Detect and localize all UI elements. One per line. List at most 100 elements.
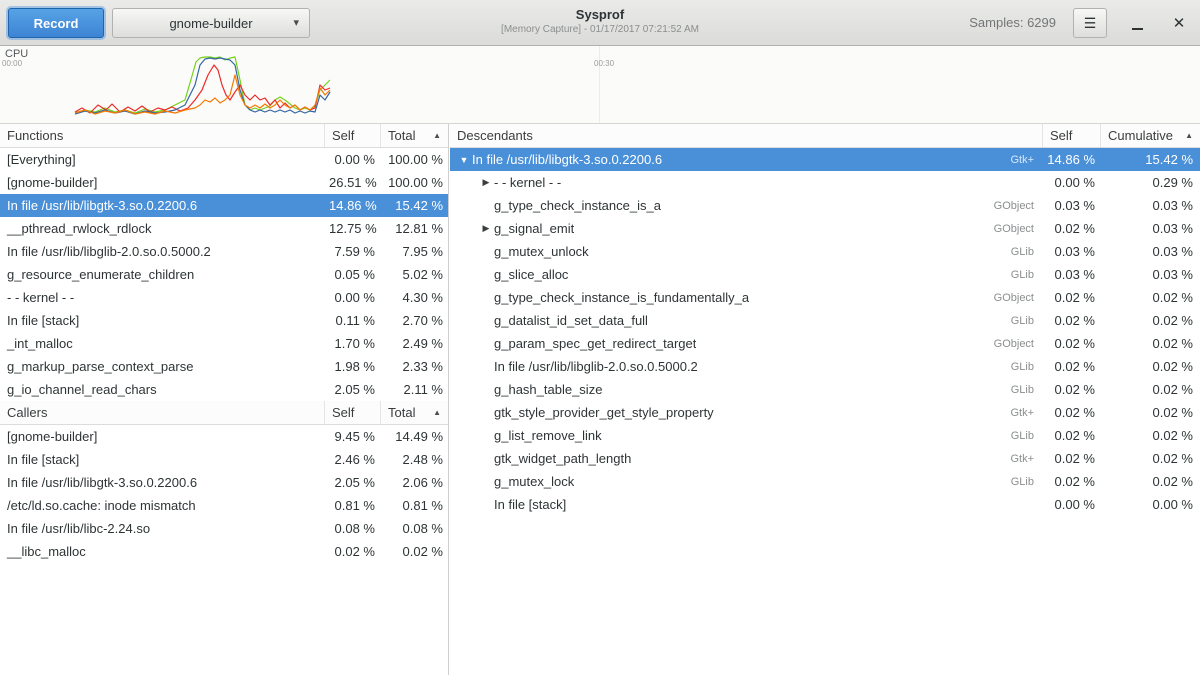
cumulative-column-header[interactable]: Cumulative ▲	[1100, 124, 1200, 147]
function-name: In file /usr/lib/libgtk-3.so.0.2200.6	[0, 475, 324, 490]
cumulative-value: 0.02 %	[1100, 451, 1200, 466]
process-selector-label: gnome-builder	[169, 16, 252, 31]
cpu-usage-chart[interactable]	[0, 46, 1200, 124]
library-tag: GLib	[1011, 361, 1042, 373]
table-row[interactable]: _int_malloc1.70 %2.49 %	[0, 332, 448, 355]
self-value: 14.86 %	[324, 198, 380, 213]
cumulative-value: 0.03 %	[1100, 267, 1200, 282]
tree-row[interactable]: g_mutex_lockGLib0.02 %0.02 %	[450, 470, 1200, 493]
cumulative-value: 0.02 %	[1100, 359, 1200, 374]
table-row[interactable]: In file /usr/lib/libc-2.24.so0.08 %0.08 …	[0, 517, 448, 540]
function-name: __libc_malloc	[0, 544, 324, 559]
table-row[interactable]: [gnome-builder]9.45 %14.49 %	[0, 425, 448, 448]
total-value: 4.30 %	[380, 290, 448, 305]
self-value: 0.00 %	[1042, 175, 1100, 190]
self-value: 2.46 %	[324, 452, 380, 467]
expander-closed-icon[interactable]: ▶	[478, 223, 494, 234]
callers-column-header[interactable]: Callers	[0, 401, 324, 424]
tree-row[interactable]: gtk_style_provider_get_style_propertyGtk…	[450, 401, 1200, 424]
table-row[interactable]: g_markup_parse_context_parse1.98 %2.33 %	[0, 355, 448, 378]
minimize-icon	[1132, 28, 1143, 30]
self-value: 26.51 %	[324, 175, 380, 190]
chart-series-cpu-core-orange	[75, 75, 330, 114]
tree-indent	[456, 228, 478, 229]
total-value: 2.33 %	[380, 359, 448, 374]
table-row[interactable]: /etc/ld.so.cache: inode mismatch0.81 %0.…	[0, 494, 448, 517]
table-row[interactable]: g_resource_enumerate_children0.05 %5.02 …	[0, 263, 448, 286]
self-column-header[interactable]: Self	[324, 124, 380, 147]
tree-row[interactable]: g_type_check_instance_is_fundamentally_a…	[450, 286, 1200, 309]
cpu-timeline[interactable]: CPU 00:00 00:30	[0, 46, 1200, 124]
table-row[interactable]: g_io_channel_read_chars2.05 %2.11 %	[0, 378, 448, 401]
table-row[interactable]: [Everything]0.00 %100.00 %	[0, 148, 448, 171]
self-value: 2.05 %	[324, 382, 380, 397]
tree-row[interactable]: g_type_check_instance_is_aGObject0.03 %0…	[450, 194, 1200, 217]
sort-indicator-icon: ▲	[1181, 131, 1193, 140]
tree-row[interactable]: In file [stack]0.00 %0.00 %	[450, 493, 1200, 516]
tree-indent	[456, 366, 478, 367]
table-row[interactable]: In file /usr/lib/libglib-2.0.so.0.5000.2…	[0, 240, 448, 263]
table-row[interactable]: __pthread_rwlock_rdlock12.75 %12.81 %	[0, 217, 448, 240]
tree-row[interactable]: g_list_remove_linkGLib0.02 %0.02 %	[450, 424, 1200, 447]
tree-row[interactable]: ▶- - kernel - -0.00 %0.29 %	[450, 171, 1200, 194]
tree-indent	[456, 205, 478, 206]
library-tag: GObject	[994, 338, 1042, 350]
function-name: gtk_style_provider_get_style_property	[494, 405, 714, 420]
tree-row[interactable]: g_slice_allocGLib0.03 %0.03 %	[450, 263, 1200, 286]
function-name: - - kernel - -	[494, 175, 561, 190]
minimize-button[interactable]	[1124, 8, 1150, 38]
table-row[interactable]: [gnome-builder]26.51 %100.00 %	[0, 171, 448, 194]
table-row[interactable]: __libc_malloc0.02 %0.02 %	[0, 540, 448, 563]
tree-row[interactable]: ▼In file /usr/lib/libgtk-3.so.0.2200.6Gt…	[450, 148, 1200, 171]
total-value: 2.48 %	[380, 452, 448, 467]
table-row[interactable]: In file [stack]0.11 %2.70 %	[0, 309, 448, 332]
library-tag: GLib	[1011, 384, 1042, 396]
library-tag: GObject	[994, 223, 1042, 235]
cumulative-value: 0.02 %	[1100, 313, 1200, 328]
self-column-header[interactable]: Self	[1042, 124, 1100, 147]
total-value: 12.81 %	[380, 221, 448, 236]
functions-column-header[interactable]: Functions	[0, 124, 324, 147]
tree-row[interactable]: g_mutex_unlockGLib0.03 %0.03 %	[450, 240, 1200, 263]
self-value: 0.02 %	[1042, 290, 1100, 305]
table-row[interactable]: In file /usr/lib/libgtk-3.so.0.2200.62.0…	[0, 471, 448, 494]
function-name: In file [stack]	[494, 497, 566, 512]
function-name: g_list_remove_link	[494, 428, 602, 443]
process-selector-dropdown[interactable]: gnome-builder ▾	[112, 8, 310, 38]
total-value: 14.49 %	[380, 429, 448, 444]
self-value: 0.00 %	[324, 152, 380, 167]
table-row[interactable]: In file [stack]2.46 %2.48 %	[0, 448, 448, 471]
total-column-header[interactable]: Total ▲	[380, 124, 448, 147]
library-tag: GObject	[994, 200, 1042, 212]
tree-row[interactable]: g_param_spec_get_redirect_targetGObject0…	[450, 332, 1200, 355]
tree-row[interactable]: ▶g_signal_emitGObject0.02 %0.03 %	[450, 217, 1200, 240]
sort-indicator-icon: ▲	[429, 131, 441, 140]
close-button[interactable]: ✕	[1166, 8, 1192, 38]
hamburger-icon: ☰	[1084, 15, 1097, 32]
tree-row[interactable]: g_hash_table_sizeGLib0.02 %0.02 %	[450, 378, 1200, 401]
menu-button[interactable]: ☰	[1073, 8, 1107, 38]
self-value: 0.02 %	[1042, 382, 1100, 397]
tree-row[interactable]: In file /usr/lib/libglib-2.0.so.0.5000.2…	[450, 355, 1200, 378]
self-value: 0.02 %	[1042, 359, 1100, 374]
self-value: 0.02 %	[1042, 405, 1100, 420]
self-column-header[interactable]: Self	[324, 401, 380, 424]
total-value: 5.02 %	[380, 267, 448, 282]
total-column-label: Total	[388, 128, 415, 143]
descendants-column-header[interactable]: Descendants	[450, 124, 1042, 147]
function-name: In file /usr/lib/libgtk-3.so.0.2200.6	[0, 198, 324, 213]
tree-row[interactable]: g_datalist_id_set_data_fullGLib0.02 %0.0…	[450, 309, 1200, 332]
self-value: 0.08 %	[324, 521, 380, 536]
total-column-header[interactable]: Total ▲	[380, 401, 448, 424]
functions-header-row: Functions Self Total ▲	[0, 124, 448, 148]
cumulative-value: 0.03 %	[1100, 221, 1200, 236]
record-button[interactable]: Record	[8, 8, 104, 38]
table-row[interactable]: In file /usr/lib/libgtk-3.so.0.2200.614.…	[0, 194, 448, 217]
cumulative-value: 15.42 %	[1100, 152, 1200, 167]
function-name: __pthread_rwlock_rdlock	[0, 221, 324, 236]
expander-open-icon[interactable]: ▼	[456, 155, 472, 165]
tree-row[interactable]: gtk_widget_path_lengthGtk+0.02 %0.02 %	[450, 447, 1200, 470]
expander-closed-icon[interactable]: ▶	[478, 177, 494, 188]
table-row[interactable]: - - kernel - -0.00 %4.30 %	[0, 286, 448, 309]
callers-header-row: Callers Self Total ▲	[0, 401, 448, 425]
